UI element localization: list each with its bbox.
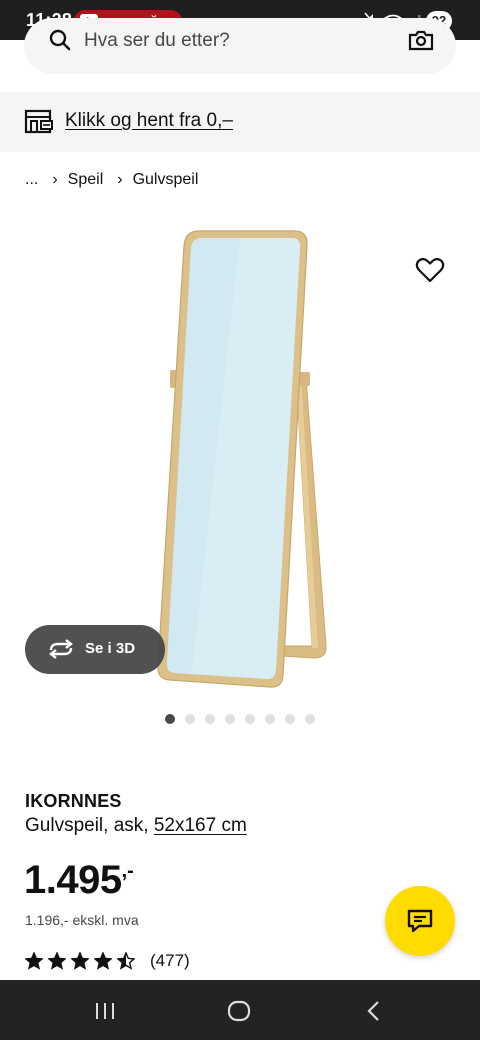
price-integer: 1.495	[24, 858, 122, 902]
breadcrumb: ... › Speil › Gulvspeil	[25, 170, 198, 190]
rating-count[interactable]: (477)	[150, 951, 190, 971]
pagination-dot[interactable]	[225, 714, 235, 724]
pagination-dot[interactable]	[285, 714, 295, 724]
product-size-link[interactable]: 52x167 cm	[154, 815, 247, 836]
breadcrumb-separator: ›	[52, 171, 58, 188]
pagination-dot[interactable]	[185, 714, 195, 724]
image-pagination	[165, 714, 325, 724]
breadcrumb-gulvspeil[interactable]: Gulvspeil	[133, 171, 199, 189]
star-icon	[117, 952, 135, 970]
star-icon	[25, 952, 43, 970]
click-collect-link[interactable]: Klikk og hent fra 0,–	[65, 110, 233, 132]
mirror-illustration	[157, 230, 327, 688]
product-type: Gulvspeil, ask,	[25, 815, 154, 836]
chat-icon	[407, 909, 433, 933]
product-description: Gulvspeil, ask, 52x167 cm	[25, 815, 247, 837]
rotate-3d-icon	[49, 639, 73, 659]
search-bar[interactable]	[24, 18, 456, 74]
product-rating[interactable]: (477)	[25, 951, 190, 971]
store-icon	[24, 109, 53, 134]
system-nav-bar	[0, 980, 480, 1040]
product-price: 1.495,-	[24, 858, 134, 904]
pagination-dot[interactable]	[165, 714, 175, 724]
search-input[interactable]	[84, 26, 384, 56]
rating-stars	[25, 952, 140, 970]
view-3d-label: Se i 3D	[85, 640, 136, 657]
price-decimal: ,-	[121, 860, 134, 882]
star-icon	[48, 952, 66, 970]
pagination-dot[interactable]	[245, 714, 255, 724]
breadcrumb-speil[interactable]: Speil	[68, 171, 104, 189]
star-icon	[71, 952, 89, 970]
pagination-dot[interactable]	[265, 714, 275, 724]
price-ex-vat: 1.196,- ekskl. mva	[25, 912, 139, 928]
view-3d-button[interactable]: Se i 3D	[25, 625, 165, 674]
camera-icon[interactable]	[408, 28, 434, 52]
chat-button[interactable]	[385, 886, 455, 956]
back-icon[interactable]	[364, 1000, 384, 1022]
star-icon	[94, 952, 112, 970]
search-icon[interactable]	[48, 28, 72, 52]
pagination-dot[interactable]	[305, 714, 315, 724]
product-name: IKORNNES	[25, 791, 122, 811]
pagination-dot[interactable]	[205, 714, 215, 724]
recent-apps-icon[interactable]	[94, 1001, 116, 1021]
breadcrumb-separator: ›	[117, 171, 123, 188]
click-collect-banner[interactable]: Klikk og hent fra 0,–	[0, 92, 480, 152]
screen: 11:28 еленский 92	[0, 0, 480, 1040]
breadcrumb-ellipsis[interactable]: ...	[25, 171, 38, 189]
home-icon[interactable]	[227, 1000, 251, 1022]
heart-icon[interactable]	[414, 254, 446, 286]
